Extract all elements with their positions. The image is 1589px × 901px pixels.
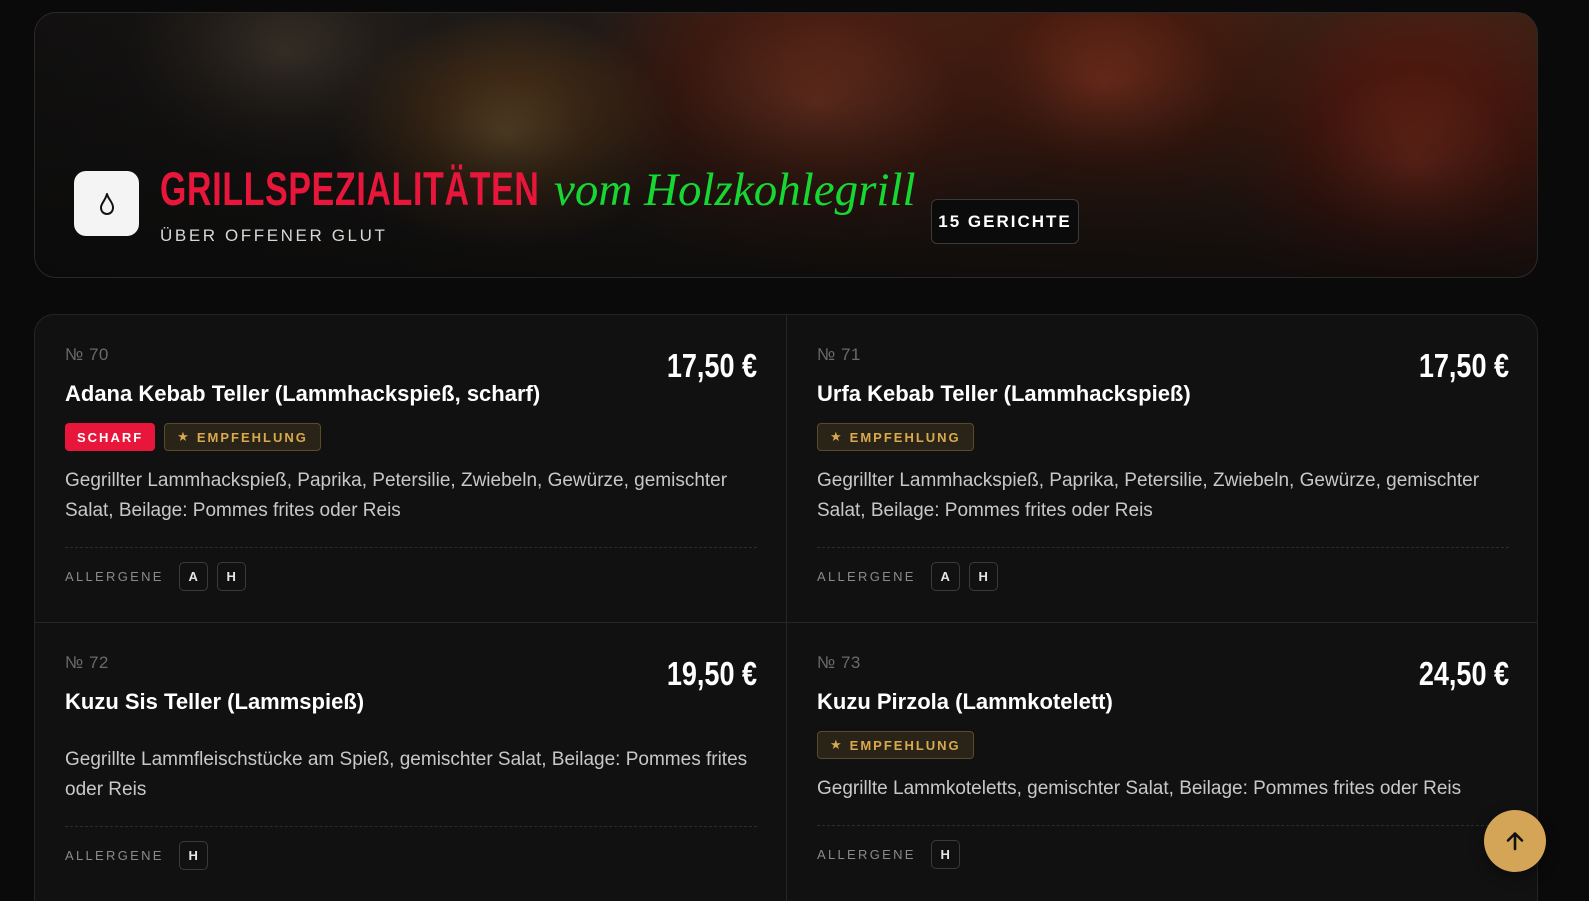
allergen-chip: A: [178, 562, 208, 591]
recommendation-label: EMPFEHLUNG: [196, 429, 308, 445]
dish-separator: [817, 547, 1509, 548]
category-title: GRILLSPEZIALITÄTEN vom Holzkohlegrill: [160, 161, 916, 229]
dish-number: № 71: [817, 345, 861, 364]
star-icon: ★: [177, 429, 191, 444]
dish-number: № 73: [817, 653, 861, 672]
category-hero: GRILLSPEZIALITÄTEN vom Holzkohlegrill ÜBE…: [34, 12, 1538, 278]
dish-badges: ★ EMPFEHLUNG: [817, 423, 974, 451]
allergen-chip: A: [930, 562, 960, 591]
dish-description: Gegrillte Lammfleischstücke am Spieß, ge…: [65, 749, 748, 800]
dish-separator: [817, 825, 1509, 826]
dish-price: 17,50 €: [1418, 347, 1509, 384]
scroll-to-top-button[interactable]: [1484, 810, 1546, 872]
allergen-chip: H: [930, 840, 960, 869]
dish-badges: SCHARF ★ EMPFEHLUNG: [65, 423, 321, 451]
flame-icon: [99, 192, 114, 215]
recommendation-badge: ★ EMPFEHLUNG: [164, 423, 321, 451]
recommendation-label: EMPFEHLUNG: [849, 737, 961, 753]
star-icon: ★: [830, 737, 844, 752]
category-title-main: GRILLSPEZIALITÄTEN: [160, 162, 540, 215]
dish-allergens: ALLERGENE H: [65, 841, 208, 870]
arrow-up-icon: [1506, 832, 1524, 851]
dish-price: 17,50 €: [666, 347, 757, 384]
dish-price: 24,50 €: [1418, 655, 1509, 692]
dish-card: № 71 17,50 € Urfa Kebab Teller (Lammhack…: [787, 315, 1537, 622]
dish-description: Gegrillter Lammhackspieß, Paprika, Peter…: [817, 470, 1480, 521]
dish-number: № 72: [65, 653, 109, 672]
spicy-badge: SCHARF: [65, 423, 156, 451]
dish-separator: [65, 826, 757, 827]
dish-number: № 70: [65, 345, 109, 364]
category-icon-box: [74, 171, 139, 236]
allergen-chip: H: [178, 841, 208, 870]
category-subtitle: ÜBER OFFENER GLUT: [160, 226, 388, 245]
dish-grid: № 70 17,50 € Adana Kebab Teller (Lammhac…: [34, 314, 1538, 901]
dish-allergens: ALLERGENE H: [817, 840, 960, 869]
dish-count-badge: 15 GERICHTE: [931, 199, 1079, 244]
allergen-chip: H: [968, 562, 998, 591]
dish-allergens: ALLERGENE A H: [65, 562, 246, 591]
dish-name: Kuzu Sis Teller (Lammspieß): [65, 689, 365, 714]
dish-card: № 73 24,50 € Kuzu Pirzola (Lammkotelett)…: [787, 623, 1537, 901]
allergen-chip: H: [216, 562, 246, 591]
dish-card: № 72 19,50 € Kuzu Sis Teller (Lammspieß)…: [35, 623, 787, 901]
dish-price: 19,50 €: [666, 655, 757, 692]
dish-allergens: ALLERGENE A H: [817, 562, 998, 591]
recommendation-label: EMPFEHLUNG: [849, 429, 961, 445]
star-icon: ★: [830, 429, 844, 444]
dish-description: Gegrillter Lammhackspieß, Paprika, Peter…: [65, 470, 728, 521]
allergens-label: ALLERGENE: [817, 569, 916, 584]
dish-name: Adana Kebab Teller (Lammhackspieß, schar…: [65, 381, 541, 406]
category-title-script: vom Holzkohlegrill: [554, 164, 916, 216]
allergens-label: ALLERGENE: [65, 569, 164, 584]
dish-name: Urfa Kebab Teller (Lammhackspieß): [817, 381, 1191, 406]
dish-badges: ★ EMPFEHLUNG: [817, 731, 974, 759]
dish-description: Gegrillte Lammkoteletts, gemischter Sala…: [817, 778, 1462, 799]
allergens-label: ALLERGENE: [817, 847, 916, 862]
recommendation-badge: ★ EMPFEHLUNG: [817, 423, 974, 451]
recommendation-badge: ★ EMPFEHLUNG: [817, 731, 974, 759]
allergens-label: ALLERGENE: [65, 848, 164, 863]
dish-separator: [65, 547, 757, 548]
dish-card: № 70 17,50 € Adana Kebab Teller (Lammhac…: [35, 315, 787, 622]
dish-name: Kuzu Pirzola (Lammkotelett): [817, 689, 1113, 714]
